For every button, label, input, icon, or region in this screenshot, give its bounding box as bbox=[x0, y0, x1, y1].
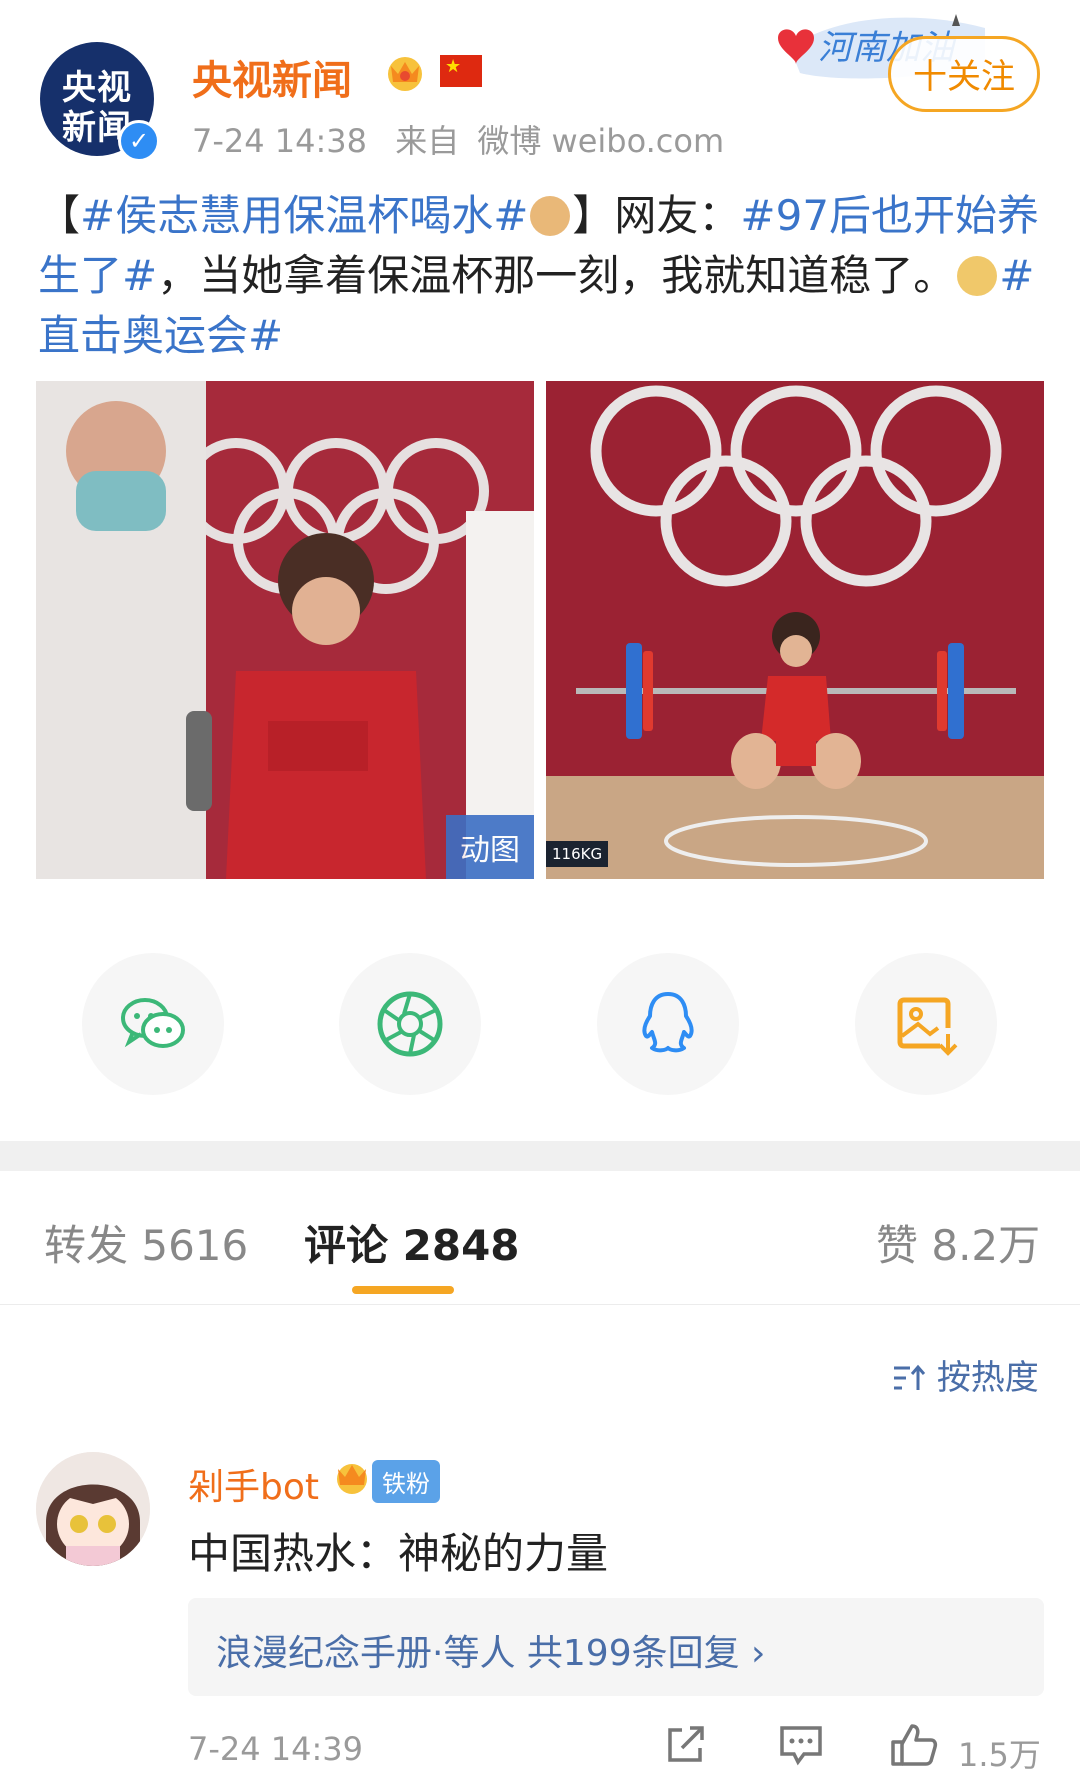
author-name[interactable]: 央视新闻 bbox=[192, 48, 352, 106]
tab-repost[interactable]: 转发 5616 bbox=[44, 1212, 248, 1273]
repost-icon[interactable] bbox=[664, 1722, 708, 1766]
comment-icon[interactable] bbox=[778, 1722, 824, 1766]
tab-likes[interactable]: 赞 8.2万 bbox=[876, 1212, 1040, 1273]
china-flag-icon: ★ bbox=[440, 55, 482, 87]
tabs-divider bbox=[0, 1304, 1080, 1305]
section-divider bbox=[0, 1141, 1080, 1171]
gif-badge: 动图 bbox=[446, 815, 534, 879]
sort-by-hot-button[interactable]: 按热度 bbox=[892, 1350, 1039, 1399]
active-tab-indicator bbox=[352, 1286, 454, 1294]
post-source: 微博 weibo.com bbox=[477, 122, 725, 160]
replies-preview[interactable]: 浪漫纪念手册·等人 共199条回复 › bbox=[188, 1598, 1044, 1696]
post-body-text: ，当她拿着保温杯那一刻，我就知道稳了。 bbox=[157, 251, 956, 300]
save-image-button[interactable] bbox=[855, 953, 997, 1095]
post-image-gif[interactable]: 动图 bbox=[36, 381, 534, 879]
qq-icon bbox=[642, 992, 694, 1053]
moments-icon bbox=[377, 991, 443, 1057]
cat-emoji-icon bbox=[530, 196, 571, 236]
comment-time: 7-24 14:39 bbox=[188, 1730, 364, 1768]
bracket-open: 【 bbox=[38, 191, 81, 240]
replies-summary: 浪漫纪念手册·等人 共199条回复 › bbox=[216, 1633, 766, 1674]
post-meta: 7-24 14:38 来自 微博 weibo.com bbox=[192, 116, 724, 162]
doge-emoji-icon bbox=[957, 256, 998, 296]
crown-level-icon bbox=[337, 1464, 367, 1494]
commenter-avatar[interactable] bbox=[36, 1452, 150, 1566]
like-icon[interactable] bbox=[890, 1722, 938, 1768]
commenter-name[interactable]: 剁手bot bbox=[188, 1458, 319, 1510]
weight-badge: 116KG bbox=[546, 841, 609, 867]
fan-badge: 铁粉 bbox=[372, 1460, 440, 1503]
bracket-close: 】网友： bbox=[572, 191, 741, 240]
weightlifter-lifting-image bbox=[546, 381, 1044, 879]
like-count: 1.5万 bbox=[958, 1736, 1041, 1774]
sort-icon bbox=[894, 1364, 926, 1390]
source-prefix: 来自 bbox=[395, 122, 460, 160]
follow-button[interactable]: 十关注 bbox=[888, 36, 1040, 112]
tab-comments[interactable]: 评论 2848 bbox=[304, 1212, 520, 1273]
save-image-icon bbox=[897, 997, 958, 1056]
post-text: 【#侯志慧用保温杯喝水# 】网友：#97后也开始养生了#，当她拿着保温杯那一刻，我… bbox=[38, 186, 1048, 366]
verified-icon: ✓ bbox=[118, 120, 160, 162]
weightlifter-drinking-image bbox=[36, 381, 534, 879]
post-time: 7-24 14:38 bbox=[192, 122, 368, 160]
share-qq-button[interactable] bbox=[597, 953, 739, 1095]
share-wechat-button[interactable] bbox=[82, 953, 224, 1095]
wechat-icon bbox=[121, 998, 185, 1048]
comment-text: 中国热水：神秘的力量 bbox=[188, 1529, 609, 1578]
crown-icon bbox=[388, 57, 422, 91]
post-image[interactable]: 116KG bbox=[546, 381, 1044, 879]
share-moments-button[interactable] bbox=[339, 953, 481, 1095]
hashtag-link[interactable]: #侯志慧用保温杯喝水# bbox=[80, 191, 528, 240]
anime-avatar-image bbox=[36, 1452, 150, 1566]
sort-label: 按热度 bbox=[936, 1358, 1039, 1398]
